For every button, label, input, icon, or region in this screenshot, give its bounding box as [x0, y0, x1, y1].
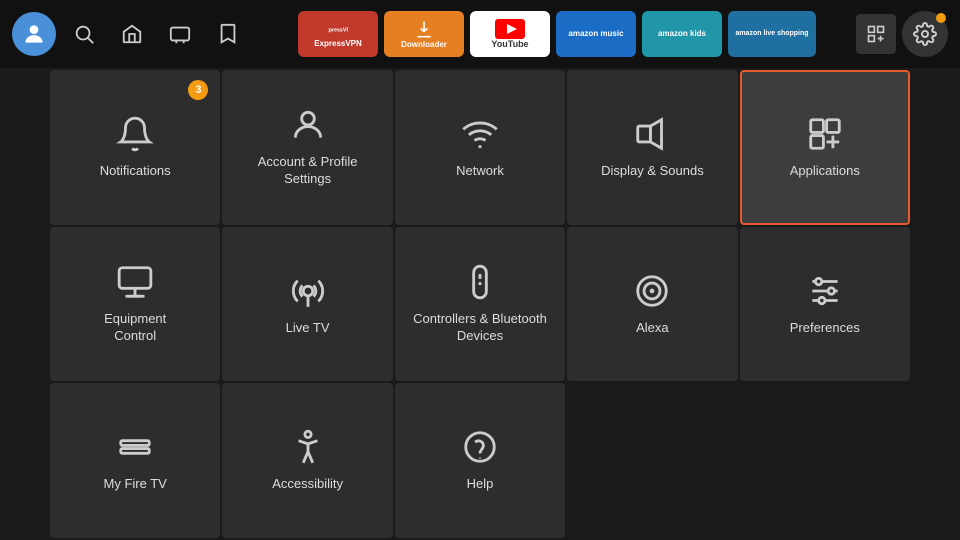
grid-item-account-profile[interactable]: Account & Profile Settings: [222, 70, 392, 225]
help-label: Help: [467, 476, 494, 493]
remote-icon: [461, 263, 499, 301]
firetv-icon: [116, 428, 154, 466]
grid-item-alexa[interactable]: Alexa: [567, 227, 737, 382]
grid-empty-2: [740, 383, 910, 538]
alexa-icon: [633, 272, 671, 310]
grid-item-network[interactable]: Network: [395, 70, 565, 225]
equipment-control-label: Equipment Control: [104, 311, 166, 345]
settings-notification-dot: [936, 13, 946, 23]
accessibility-icon: [289, 428, 327, 466]
amazon-kids-label: amazon kids: [658, 29, 706, 39]
controllers-bluetooth-label: Controllers & Bluetooth Devices: [413, 311, 547, 345]
tv-monitor-icon: [116, 263, 154, 301]
account-profile-label: Account & Profile Settings: [258, 154, 358, 188]
bookmark-icon[interactable]: [208, 14, 248, 54]
grid-item-equipment-control[interactable]: Equipment Control: [50, 227, 220, 382]
nav-left-icons: [12, 12, 248, 56]
grid-item-notifications[interactable]: 3 Notifications: [50, 70, 220, 225]
app-tile-amazon-music[interactable]: amazon music: [556, 11, 636, 57]
grid-item-controllers-bluetooth[interactable]: Controllers & Bluetooth Devices: [395, 227, 565, 382]
top-navigation: ExpressVPN ExpressVPN Downloader YouTube: [0, 0, 960, 68]
grid-item-help[interactable]: Help: [395, 383, 565, 538]
avatar[interactable]: [12, 12, 56, 56]
svg-text:ExpressVPN: ExpressVPN: [328, 27, 348, 33]
apps-grid-button[interactable]: [856, 14, 896, 54]
settings-button[interactable]: [902, 11, 948, 57]
antenna-icon: [289, 272, 327, 310]
settings-grid: 3 Notifications Account & Profile Settin…: [0, 68, 960, 540]
amazon-live-label: amazon live shopping: [735, 30, 808, 38]
my-fire-tv-label: My Fire TV: [104, 476, 167, 493]
amazon-music-label: amazon music: [568, 29, 623, 39]
wifi-icon: [461, 115, 499, 153]
app-tile-downloader[interactable]: Downloader: [384, 11, 464, 57]
app-tile-amazon-live[interactable]: amazon live shopping: [728, 11, 816, 57]
applications-label: Applications: [790, 163, 860, 180]
network-label: Network: [456, 163, 504, 180]
tv-icon[interactable]: [160, 14, 200, 54]
bell-icon: [116, 115, 154, 153]
alexa-label: Alexa: [636, 320, 669, 337]
display-sounds-label: Display & Sounds: [601, 163, 704, 180]
notifications-label: Notifications: [100, 163, 171, 180]
grid-item-applications[interactable]: Applications: [740, 70, 910, 225]
app-tile-youtube[interactable]: YouTube: [470, 11, 550, 57]
home-icon[interactable]: [112, 14, 152, 54]
grid-item-display-sounds[interactable]: Display & Sounds: [567, 70, 737, 225]
help-icon: [461, 428, 499, 466]
speaker-icon: [633, 115, 671, 153]
app-tiles: ExpressVPN ExpressVPN Downloader YouTube: [264, 11, 850, 57]
grid-item-accessibility[interactable]: Accessibility: [222, 383, 392, 538]
sliders-icon: [806, 272, 844, 310]
live-tv-label: Live TV: [286, 320, 330, 337]
notifications-badge: 3: [188, 80, 208, 100]
grid-item-preferences[interactable]: Preferences: [740, 227, 910, 382]
expressvpn-label: ExpressVPN: [314, 39, 362, 48]
preferences-label: Preferences: [790, 320, 860, 337]
grid-empty-1: [567, 383, 737, 538]
apps-icon: [806, 115, 844, 153]
grid-item-my-fire-tv[interactable]: My Fire TV: [50, 383, 220, 538]
app-tile-expressvpn[interactable]: ExpressVPN ExpressVPN: [298, 11, 378, 57]
youtube-label: YouTube: [491, 39, 528, 49]
search-icon[interactable]: [64, 14, 104, 54]
grid-item-live-tv[interactable]: Live TV: [222, 227, 392, 382]
downloader-label: Downloader: [401, 40, 447, 49]
accessibility-label: Accessibility: [272, 476, 343, 493]
person-icon: [289, 106, 327, 144]
app-tile-amazon-kids[interactable]: amazon kids: [642, 11, 722, 57]
nav-right-buttons: [856, 11, 948, 57]
